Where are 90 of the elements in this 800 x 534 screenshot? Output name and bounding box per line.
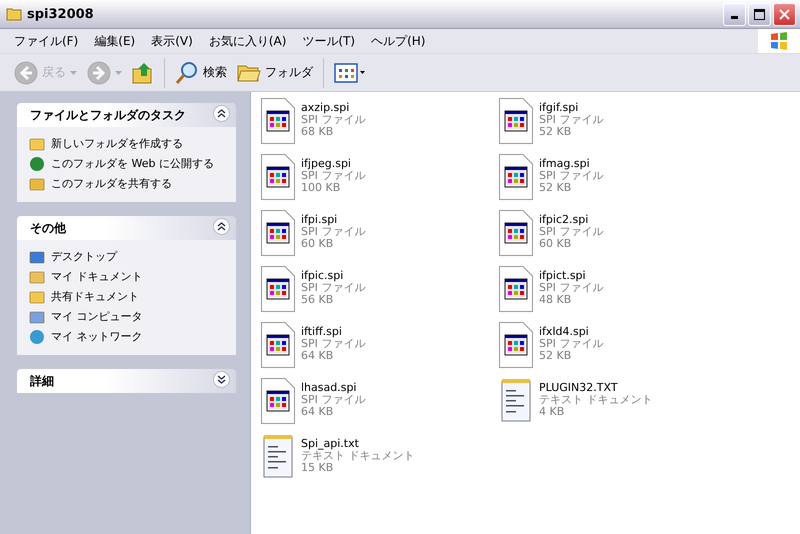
panel-title: 詳細 <box>30 372 54 390</box>
folder-icon <box>6 7 22 21</box>
task-link[interactable]: マイ コンピュータ <box>51 309 142 324</box>
task-link[interactable]: 新しいフォルダを作成する <box>51 136 183 151</box>
window-title: spi32008 <box>27 6 95 22</box>
file-size: 60 KB <box>301 238 334 250</box>
file-type: SPI ファイル <box>539 338 604 350</box>
file-icon <box>261 210 295 256</box>
file-icon <box>499 322 533 368</box>
search-icon <box>175 60 199 84</box>
folder-icon <box>237 62 261 82</box>
file-size: 4 KB <box>539 406 566 418</box>
folder-up-icon <box>132 60 154 84</box>
file-name[interactable]: ifjpeg.spi <box>301 158 366 170</box>
close-icon <box>779 8 790 20</box>
search-button[interactable]: 検索 <box>171 58 231 86</box>
close-button[interactable] <box>773 2 796 26</box>
task-link[interactable]: マイ ネットワーク <box>51 329 142 344</box>
file-name[interactable]: lhasad.spi <box>301 382 366 394</box>
file-icon <box>261 98 295 144</box>
panel-title: ファイルとフォルダのタスク <box>30 106 186 124</box>
file-size: 64 KB <box>301 350 334 362</box>
maximize-icon <box>754 8 765 20</box>
file-type: SPI ファイル <box>301 170 366 182</box>
folders-button[interactable]: フォルダ <box>233 60 317 84</box>
file-icon <box>261 378 295 424</box>
collapse-chevron-icon[interactable] <box>213 218 230 235</box>
file-name[interactable]: ifmag.spi <box>539 158 604 170</box>
file-name[interactable]: ifxld4.spi <box>539 326 604 338</box>
task-link[interactable]: デスクトップ <box>51 249 117 264</box>
file-type: SPI ファイル <box>301 338 366 350</box>
file-name[interactable]: axzip.spi <box>301 102 366 114</box>
file-icon <box>499 154 533 200</box>
menu-item[interactable]: ファイル(F) <box>6 32 86 50</box>
file-name[interactable]: ifpic.spi <box>301 270 366 282</box>
menu-item[interactable]: 編集(E) <box>86 32 144 50</box>
file-size: 56 KB <box>301 294 334 306</box>
file-type: SPI ファイル <box>539 114 604 126</box>
file-size: 48 KB <box>539 294 572 306</box>
file-type: SPI ファイル <box>301 282 366 294</box>
notepad-icon <box>261 434 295 480</box>
file-type: SPI ファイル <box>301 394 366 406</box>
maximize-button[interactable] <box>748 2 771 26</box>
file-size: 15 KB <box>301 462 334 474</box>
file-name[interactable]: ifgif.spi <box>539 102 604 114</box>
file-type: テキスト ドキュメント <box>301 450 414 462</box>
minimize-button[interactable] <box>723 2 746 26</box>
file-icon <box>261 266 295 312</box>
menu-item[interactable]: お気に入り(A) <box>200 32 294 50</box>
panel-title: その他 <box>30 220 66 236</box>
file-size: 52 KB <box>539 126 572 138</box>
file-name[interactable]: Spi_api.txt <box>301 438 414 450</box>
file-type: テキスト ドキュメント <box>539 394 652 406</box>
file-type: SPI ファイル <box>539 226 604 238</box>
file-name[interactable]: ifpic2.spi <box>539 214 604 226</box>
menu-item[interactable]: ヘルプ(H) <box>363 32 434 50</box>
windows-logo-icon <box>769 31 789 51</box>
task-link[interactable]: マイ ドキュメント <box>51 269 142 284</box>
file-type: SPI ファイル <box>539 170 604 182</box>
file-name[interactable]: PLUGIN32.TXT <box>539 382 652 394</box>
expand-chevron-icon[interactable] <box>213 371 230 388</box>
file-size: 60 KB <box>539 238 572 250</box>
task-link[interactable]: このフォルダを Web に公開する <box>51 156 214 171</box>
file-name[interactable]: ifpict.spi <box>539 270 604 282</box>
file-type: SPI ファイル <box>301 226 366 238</box>
task-link[interactable]: このフォルダを共有する <box>51 176 172 191</box>
file-size: 68 KB <box>301 126 334 138</box>
file-size: 52 KB <box>539 182 572 194</box>
file-icon <box>499 98 533 144</box>
file-icon <box>261 154 295 200</box>
file-name[interactable]: iftiff.spi <box>301 326 366 338</box>
file-icon <box>261 322 295 368</box>
notepad-icon <box>499 378 533 424</box>
minimize-icon <box>731 16 738 18</box>
file-name[interactable]: ifpi.spi <box>301 214 366 226</box>
folder-icon <box>29 288 45 304</box>
caret-icon <box>115 70 122 74</box>
file-size: 100 KB <box>301 182 342 194</box>
task-link[interactable]: 共有ドキュメント <box>51 289 139 304</box>
file-type: SPI ファイル <box>301 114 366 126</box>
file-size: 52 KB <box>539 350 572 362</box>
file-icon <box>499 266 533 312</box>
collapse-chevron-icon[interactable] <box>213 105 230 122</box>
file-type: SPI ファイル <box>539 282 604 294</box>
caret-icon <box>70 70 77 74</box>
views-icon <box>334 62 366 82</box>
file-icon <box>499 210 533 256</box>
menu-item[interactable]: ツール(T) <box>294 32 364 50</box>
menu-item[interactable]: 表示(V) <box>143 32 201 50</box>
file-size: 64 KB <box>301 406 334 418</box>
